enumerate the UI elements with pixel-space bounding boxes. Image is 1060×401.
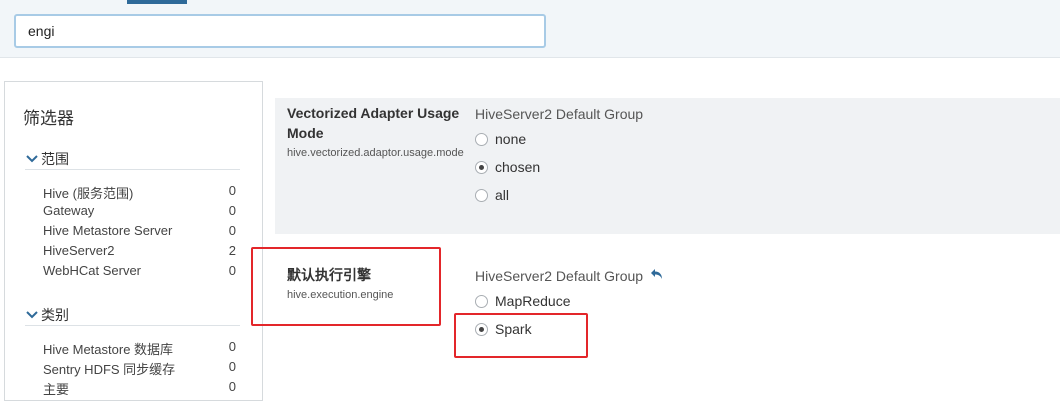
highlight-box-engine-title [251,247,441,326]
radio-button[interactable] [475,295,488,308]
filter-item[interactable]: Gateway 0 [43,201,240,221]
filter-group-label: 范围 [41,151,69,167]
filter-panel-title: 筛选器 [23,109,74,128]
filter-group-scope[interactable]: 范围 [25,150,240,170]
radio-option-chosen[interactable]: chosen [475,158,595,178]
radio-button-selected[interactable] [475,161,488,174]
radio-option-mapreduce[interactable]: MapReduce [475,292,605,312]
filter-item-count: 0 [228,263,236,278]
filter-panel: 筛选器 范围 Hive (服务范围) 0 Gateway 0 Hive Meta… [4,81,263,401]
filter-item-name: Sentry HDFS 同步缓存 [43,362,176,377]
search-input[interactable] [14,14,546,48]
filter-item-name: Hive Metastore 数据库 [43,342,174,357]
radio-option-all[interactable]: all [475,186,595,206]
config-title: Vectorized Adapter Usage Mode [287,105,460,141]
filter-item-name: Hive (服务范围) [43,186,134,201]
undo-icon[interactable] [650,267,664,281]
filter-item-count: 0 [228,379,236,394]
highlight-box-spark-option [454,313,588,358]
config-group-name: HiveServer2 Default Group [475,268,644,284]
config-group-name: HiveServer2 Default Group [475,106,644,122]
filter-group-label: 类别 [41,307,69,323]
filter-item[interactable]: Hive (服务范围) 0 [43,181,240,201]
radio-button[interactable] [475,133,488,146]
filter-item-name: Hive Metastore Server [43,223,173,238]
chevron-down-icon [26,311,38,319]
chevron-down-icon [26,155,38,163]
filter-item-name: WebHCat Server [43,263,142,278]
radio-option-none[interactable]: none [475,130,595,150]
radio-label: all [495,187,510,203]
filter-item[interactable]: Hive Metastore 数据库 0 [43,337,240,357]
filter-item-count: 0 [228,223,236,238]
filter-item[interactable]: 主要 0 [43,377,240,397]
top-bar [0,0,1060,58]
radio-label: none [495,131,527,147]
filter-group-category[interactable]: 类别 [25,306,240,326]
filter-item-count: 0 [228,203,236,218]
filter-item-name: Gateway [43,203,95,218]
filter-item-count: 0 [228,183,236,198]
filter-item-count: 0 [228,359,236,374]
active-tab-indicator [127,0,187,4]
filter-item[interactable]: Hive Metastore Server 0 [43,221,240,241]
filter-item[interactable]: HiveServer2 2 [43,241,240,261]
radio-label: MapReduce [495,293,571,309]
radio-button[interactable] [475,189,488,202]
radio-label: chosen [495,159,541,175]
filter-item-name: HiveServer2 [43,243,115,258]
config-key: hive.vectorized.adaptor.usage.mode [287,147,464,159]
filter-item[interactable]: Sentry HDFS 同步缓存 0 [43,357,240,377]
filter-item-count: 0 [228,339,236,354]
filter-item-count: 2 [228,243,236,258]
filter-item[interactable]: WebHCat Server 0 [43,261,240,281]
